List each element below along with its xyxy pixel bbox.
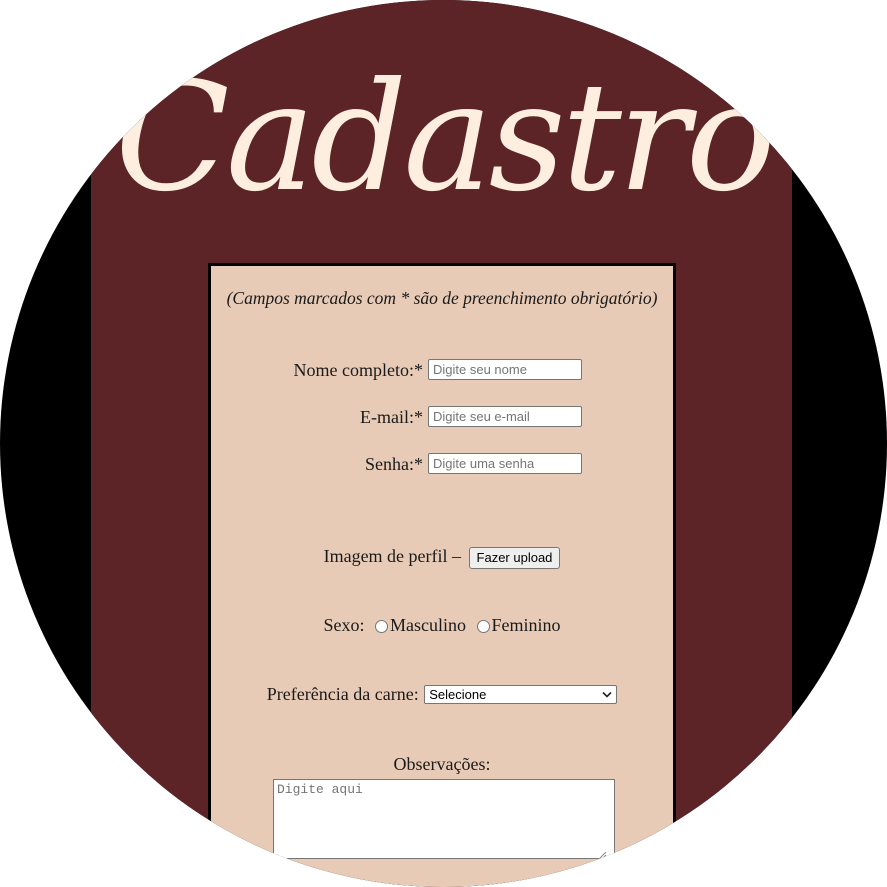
profile-image-row: Imagem de perfil – Fazer upload <box>211 544 673 569</box>
meat-preference-row: Preferência da carne: Selecione <box>211 682 673 706</box>
name-input[interactable] <box>428 359 582 380</box>
radio-masculino[interactable] <box>375 619 388 633</box>
observations-label: Observações: <box>393 754 491 774</box>
name-row: Nome completo:* <box>211 358 673 382</box>
radio-feminino[interactable] <box>476 619 490 633</box>
resize-grip-icon[interactable] <box>599 851 607 859</box>
page-viewport: Cadastro (Campos marcados com * são de p… <box>0 0 887 887</box>
email-row: E-mail:* <box>211 405 673 429</box>
email-label: E-mail:* <box>360 407 423 427</box>
chevron-down-icon <box>602 686 612 703</box>
radio-label-masculino[interactable]: Masculino <box>390 615 466 635</box>
observations-textarea[interactable] <box>273 779 615 859</box>
sex-label: Sexo: <box>323 615 365 635</box>
page-title: Cadastro <box>115 51 776 225</box>
required-fields-note: (Campos marcados com * são de preenchime… <box>226 288 658 308</box>
name-label: Nome completo:* <box>293 360 423 380</box>
email-input[interactable] <box>428 406 582 427</box>
password-row: Senha:* <box>211 452 673 476</box>
sex-row: Sexo: Masculino Feminino <box>211 613 673 637</box>
upload-button[interactable]: Fazer upload <box>468 546 561 569</box>
meat-preference-selected: Selecione <box>429 687 487 703</box>
radio-label-feminino[interactable]: Feminino <box>492 615 561 635</box>
password-label: Senha:* <box>365 454 423 474</box>
registration-form: (Campos marcados com * são de preenchime… <box>208 263 676 887</box>
meat-preference-select[interactable]: Selecione <box>424 685 618 705</box>
password-input[interactable] <box>428 453 582 474</box>
profile-image-label: Imagem de perfil – <box>323 546 462 566</box>
meat-preference-label: Preferência da carne: <box>266 684 419 704</box>
